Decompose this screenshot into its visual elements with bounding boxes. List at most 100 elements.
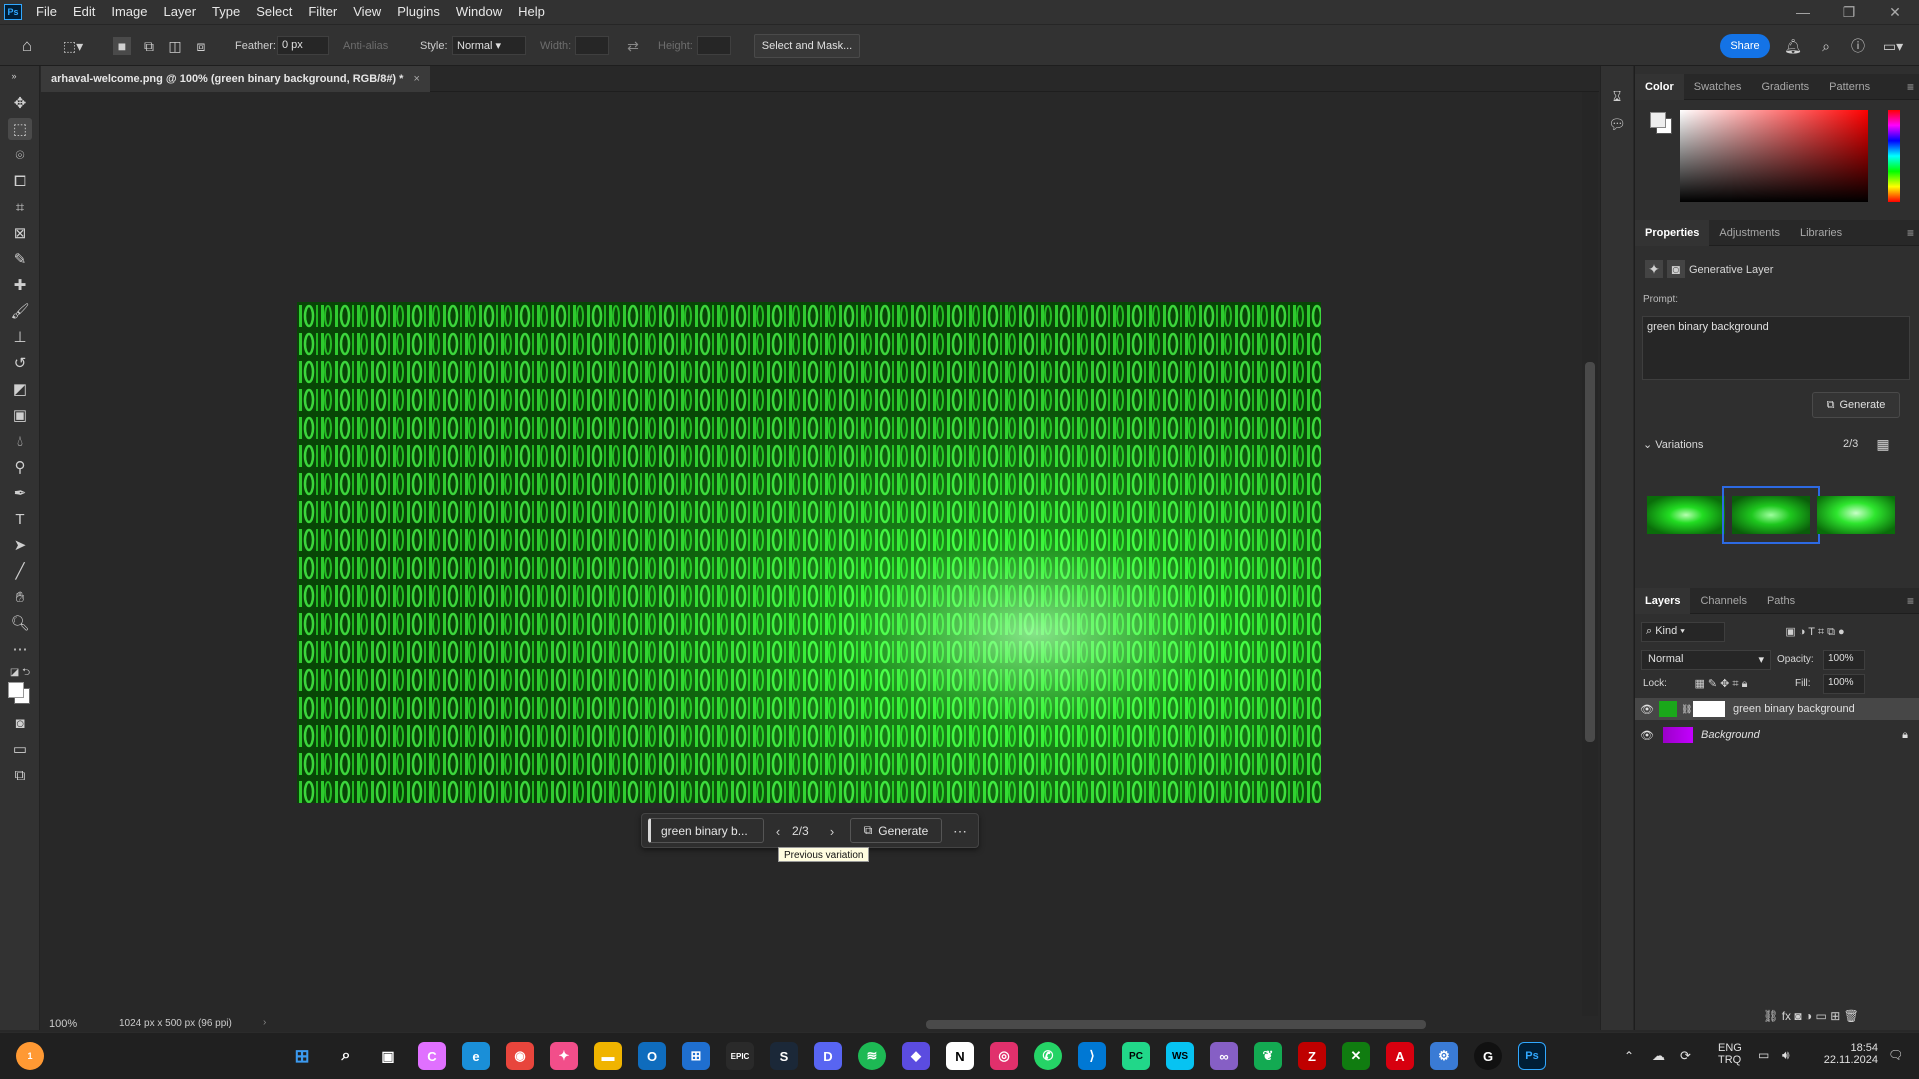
steam-icon[interactable]: S (770, 1042, 798, 1070)
variation-thumb-3[interactable] (1817, 496, 1895, 534)
frame-tool-icon[interactable]: ⊠ (8, 222, 32, 244)
stamp-tool-icon[interactable]: ⊥ (8, 326, 32, 348)
fill-input[interactable]: 100% (1823, 674, 1865, 694)
spotify-icon[interactable]: ≋ (858, 1042, 886, 1070)
hue-slider[interactable] (1888, 110, 1900, 202)
share-button[interactable]: Share (1720, 34, 1770, 58)
subtract-selection-icon[interactable]: ◫ (166, 37, 184, 55)
next-variation-icon[interactable]: › (824, 822, 840, 840)
vertical-scroll-thumb[interactable] (1585, 362, 1595, 742)
color-panel-menu-icon[interactable]: ≡ (1907, 80, 1914, 94)
select-and-mask-button[interactable]: Select and Mask... (754, 34, 860, 58)
healing-brush-icon[interactable]: ✚ (8, 274, 32, 296)
onedrive-icon[interactable]: ☁︎ (1652, 1048, 1665, 1064)
visibility-eye-icon[interactable]: 👁︎ (1635, 729, 1659, 742)
document-tab[interactable]: arhaval-welcome.png @ 100% (green binary… (41, 66, 430, 92)
help-icon[interactable]: ⓘ (1848, 36, 1868, 56)
properties-menu-icon[interactable]: ≡ (1907, 226, 1914, 240)
edge-icon[interactable]: e (462, 1042, 490, 1070)
layer-row-background[interactable]: 👁︎ Background 🔒︎ (1635, 724, 1919, 746)
marquee-preset-icon[interactable]: ⬚▾ (58, 35, 88, 57)
restore-icon[interactable]: ❐ (1826, 0, 1872, 24)
sync-icon[interactable]: ⟳ (1680, 1048, 1691, 1064)
tab-patterns[interactable]: Patterns (1819, 74, 1880, 100)
default-colors-icon[interactable]: ◪ ⮌ (8, 662, 32, 684)
tab-properties[interactable]: Properties (1635, 219, 1710, 246)
layer-actions[interactable]: ⛓ fx ◙ ◑ ▭ ⊞ 🗑︎ (1711, 1008, 1911, 1024)
clock[interactable]: 18:54 22.11.2024 (1812, 1042, 1878, 1066)
tab-color[interactable]: Color (1635, 73, 1684, 100)
hand-tool-icon[interactable]: ✋︎ (8, 586, 32, 608)
width-input[interactable] (575, 36, 609, 55)
menu-filter[interactable]: Filter (300, 0, 345, 24)
prompt-textarea[interactable]: green binary background (1642, 316, 1910, 380)
vector-app-icon[interactable]: ◆ (902, 1042, 930, 1070)
brush-tool-icon[interactable]: 🖌︎ (8, 300, 32, 322)
file-explorer-icon[interactable]: ▬ (594, 1042, 622, 1070)
horizontal-scroll-thumb[interactable] (926, 1020, 1426, 1029)
tab-paths[interactable]: Paths (1757, 588, 1805, 614)
screen-mode-icon[interactable]: ▭ (8, 738, 32, 760)
new-selection-icon[interactable]: ■ (113, 37, 131, 55)
ctx-generate-button[interactable]: ⧉ Generate (850, 818, 942, 843)
visual-studio-icon[interactable]: ∞ (1210, 1042, 1238, 1070)
variation-thumb-2[interactable] (1722, 486, 1820, 544)
search-icon[interactable]: ⌕ (1816, 36, 1836, 56)
prev-variation-icon[interactable]: ‹ (770, 822, 786, 840)
discord-icon[interactable]: D (814, 1042, 842, 1070)
layer-filter-icons[interactable]: ▣ ◑ T ⌗ ⧉ ● (1735, 624, 1895, 640)
zoom-tool-icon[interactable]: 🔍︎ (8, 612, 32, 634)
volume-icon[interactable]: 🔊︎ (1782, 1048, 1790, 1063)
feather-input[interactable]: 0 px (277, 36, 329, 55)
tab-channels[interactable]: Channels (1690, 588, 1756, 614)
horizontal-scrollbar[interactable] (291, 1016, 1591, 1032)
tab-adjustments[interactable]: Adjustments (1709, 220, 1790, 246)
document-canvas[interactable] (297, 302, 1321, 803)
status-arrow-icon[interactable]: › (263, 1017, 266, 1028)
instagram-icon[interactable]: ◎ (990, 1042, 1018, 1070)
windows-start-icon[interactable]: ⊞ (288, 1042, 316, 1070)
xbox-icon[interactable]: ✕ (1342, 1042, 1370, 1070)
layer-filter-select[interactable]: ⌕ Kind ▾ (1641, 622, 1725, 642)
more-tools-icon[interactable]: ⋯ (8, 638, 32, 660)
menu-file[interactable]: File (28, 0, 65, 24)
vertical-scrollbar[interactable] (1582, 92, 1598, 1016)
menu-select[interactable]: Select (248, 0, 300, 24)
tab-swatches[interactable]: Swatches (1684, 74, 1752, 100)
move-tool-icon[interactable]: ✥ (8, 92, 32, 114)
tray-chevron-icon[interactable]: ⌃ (1624, 1049, 1634, 1063)
task-view-icon[interactable]: ▣ (374, 1042, 402, 1070)
blur-tool-icon[interactable]: 💧︎ (8, 430, 32, 452)
bell-icon[interactable]: 🔔︎ (1783, 36, 1803, 56)
webstorm-icon[interactable]: WS (1166, 1042, 1194, 1070)
acrobat-icon[interactable]: A (1386, 1042, 1414, 1070)
close-tab-icon[interactable]: × (413, 73, 419, 85)
copilot-icon[interactable]: C (418, 1042, 446, 1070)
collapse-icon[interactable]: » (2, 70, 26, 82)
menu-view[interactable]: View (345, 0, 389, 24)
github-icon[interactable]: G (1474, 1042, 1502, 1070)
app-pink-icon[interactable]: ✦ (550, 1042, 578, 1070)
marquee-tool-icon[interactable]: ⬚ (8, 118, 32, 140)
settings-app-icon[interactable]: ⚙ (1430, 1042, 1458, 1070)
path-select-icon[interactable]: ➤ (8, 534, 32, 556)
object-select-tool-icon[interactable]: ⧠ (8, 170, 32, 192)
network-icon[interactable]: ▭ (1758, 1048, 1769, 1062)
workspace-icon[interactable]: ▭▾ (1878, 36, 1908, 56)
type-tool-icon[interactable]: T (8, 508, 32, 530)
taskbar-search-icon[interactable]: ⌕ (332, 1042, 360, 1070)
generate-image-icon[interactable]: ⧉ (8, 764, 32, 786)
opacity-input[interactable]: 100% (1823, 650, 1865, 670)
blend-mode-select[interactable]: Normal ▾ (1641, 650, 1771, 670)
notion-icon[interactable]: N (946, 1042, 974, 1070)
leaf-app-icon[interactable]: ❦ (1254, 1042, 1282, 1070)
lock-icons[interactable]: ▦ ✎ ✥ ⌗ 🔒︎ (1671, 676, 1771, 692)
epic-games-icon[interactable]: EPIC (726, 1042, 754, 1070)
pycharm-icon[interactable]: PC (1122, 1042, 1150, 1070)
close-icon[interactable]: ✕ (1872, 0, 1918, 24)
minimize-icon[interactable]: — (1780, 0, 1826, 24)
menu-type[interactable]: Type (204, 0, 248, 24)
ctx-prompt-field[interactable]: green binary b... (648, 818, 764, 843)
variation-thumb-1[interactable] (1647, 496, 1725, 534)
dodge-tool-icon[interactable]: ⚲ (8, 456, 32, 478)
